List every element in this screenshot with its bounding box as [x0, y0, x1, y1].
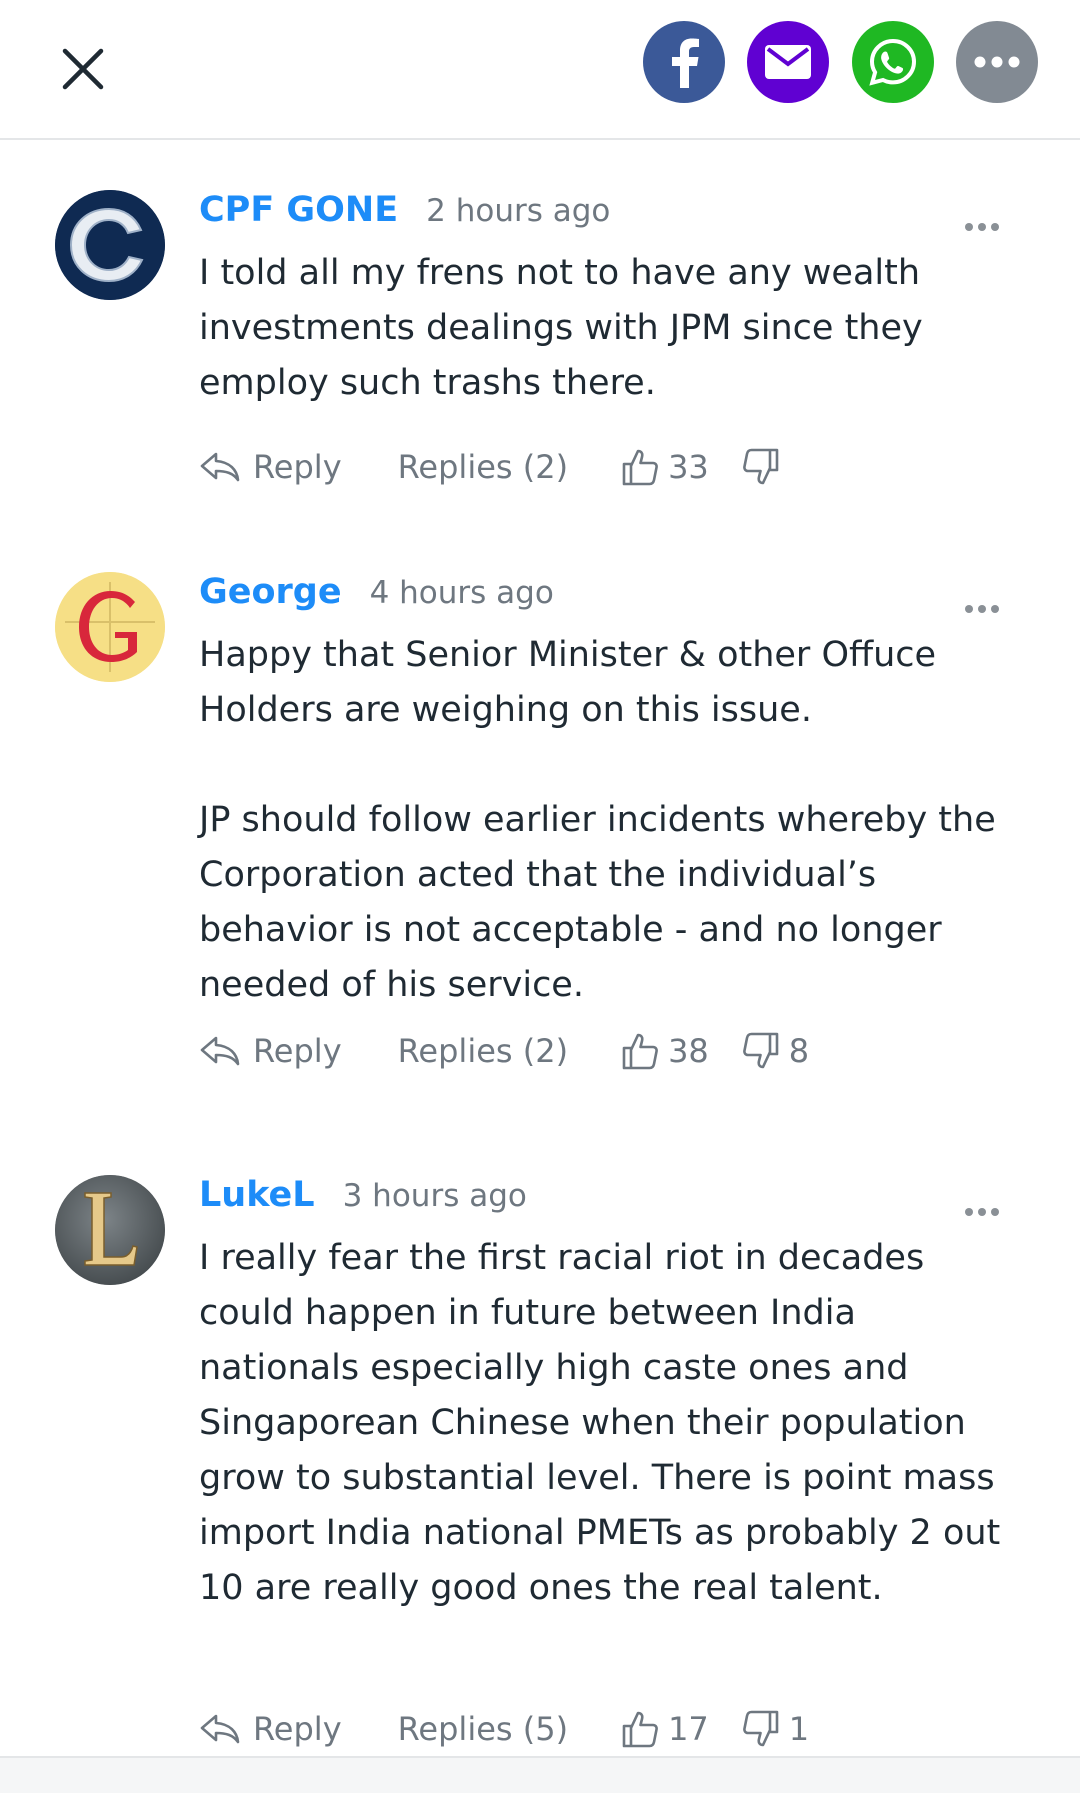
replies-label: Replies (5) — [397, 1710, 569, 1748]
timestamp: 2 hours ago — [426, 193, 611, 229]
avatar[interactable] — [55, 190, 165, 300]
replies-button[interactable]: Replies (2) — [398, 1032, 568, 1070]
share-whatsapp-button[interactable] — [852, 21, 934, 103]
timestamp: 3 hours ago — [342, 1178, 527, 1214]
username[interactable]: CPF GONE — [199, 190, 398, 230]
more-dots-icon — [965, 1208, 973, 1216]
avatar-c-image — [55, 190, 165, 300]
reply-icon — [200, 452, 240, 482]
mail-icon — [765, 45, 811, 79]
comment-meta: LukeL 3 hours ago — [199, 1175, 527, 1219]
more-dot — [991, 1208, 999, 1216]
comment-more-button[interactable] — [954, 212, 1010, 242]
thumbs-up-button[interactable]: 38 — [620, 1031, 709, 1071]
replies-label: Replies (2) — [397, 1032, 569, 1070]
thumbs-up-icon — [622, 1033, 658, 1070]
timestamp: 4 hours ago — [369, 575, 554, 611]
comment-actions: Reply Replies (2) 38 8 — [199, 1023, 809, 1079]
comment-more-button[interactable] — [954, 1197, 1010, 1227]
reply-label: Reply — [253, 448, 342, 486]
more-dot — [978, 223, 986, 231]
close-icon — [62, 48, 104, 90]
facebook-icon — [672, 38, 699, 88]
thumbs-down-count: 1 — [788, 1710, 810, 1748]
more-dots-icon — [965, 605, 973, 613]
thumbs-up-icon — [622, 1711, 658, 1748]
comment-actions: Reply Replies (2) 33 — [199, 439, 789, 495]
username[interactable]: George — [199, 572, 342, 612]
avatar[interactable] — [55, 572, 165, 682]
thumbs-up-icon — [622, 449, 658, 486]
comment-text: Happy that Senior Minister & other Offuc… — [199, 635, 996, 1005]
comment-more-button[interactable] — [954, 594, 1010, 624]
reply-button[interactable]: Reply — [199, 1710, 342, 1748]
thumbs-down-count: 8 — [788, 1032, 810, 1070]
thumbs-up-button[interactable]: 33 — [620, 447, 709, 487]
more-dot — [978, 605, 986, 613]
share-header — [0, 0, 1080, 140]
comment-text: I told all my frens not to have any weal… — [199, 253, 923, 403]
thumbs-down-button[interactable]: 8 — [741, 1031, 809, 1071]
reply-icon — [200, 1036, 240, 1066]
avatar[interactable] — [55, 1175, 165, 1285]
reply-icon — [200, 1714, 240, 1744]
replies-label: Replies (2) — [397, 448, 569, 486]
more-dot — [991, 605, 999, 613]
bottom-strip — [0, 1758, 1080, 1793]
avatar-g-image — [55, 572, 165, 682]
more-dots-icon — [974, 56, 1020, 68]
thumbs-up-count: 38 — [668, 1032, 709, 1070]
thumbs-up-count: 17 — [668, 1710, 709, 1748]
whatsapp-icon — [869, 38, 917, 86]
reply-button[interactable]: Reply — [199, 448, 342, 486]
share-email-button[interactable] — [747, 21, 829, 103]
more-dots-icon — [965, 223, 973, 231]
username[interactable]: LukeL — [199, 1175, 315, 1215]
comment-meta: George 4 hours ago — [199, 572, 554, 616]
replies-button[interactable]: Replies (5) — [398, 1710, 568, 1748]
reply-label: Reply — [253, 1032, 342, 1070]
thumbs-down-icon — [742, 448, 779, 485]
comment-actions: Reply Replies (5) 17 1 — [199, 1701, 809, 1757]
thumbs-up-count: 33 — [668, 448, 709, 486]
share-facebook-button[interactable] — [643, 21, 725, 103]
replies-button[interactable]: Replies (2) — [398, 448, 568, 486]
reply-label: Reply — [253, 1710, 342, 1748]
share-more-button[interactable] — [956, 21, 1038, 103]
more-dot — [991, 223, 999, 231]
thumbs-up-button[interactable]: 17 — [620, 1709, 709, 1749]
comment-text: I really fear the first racial riot in d… — [199, 1238, 1001, 1608]
thumbs-down-icon — [742, 1032, 779, 1069]
comment-meta: CPF GONE 2 hours ago — [199, 190, 610, 234]
more-dot — [978, 1208, 986, 1216]
close-button[interactable] — [52, 44, 114, 94]
thumbs-down-button[interactable] — [741, 447, 789, 487]
thumbs-down-button[interactable]: 1 — [741, 1709, 809, 1749]
reply-button[interactable]: Reply — [199, 1032, 342, 1070]
avatar-l-image — [55, 1175, 165, 1285]
thumbs-down-icon — [742, 1710, 779, 1747]
